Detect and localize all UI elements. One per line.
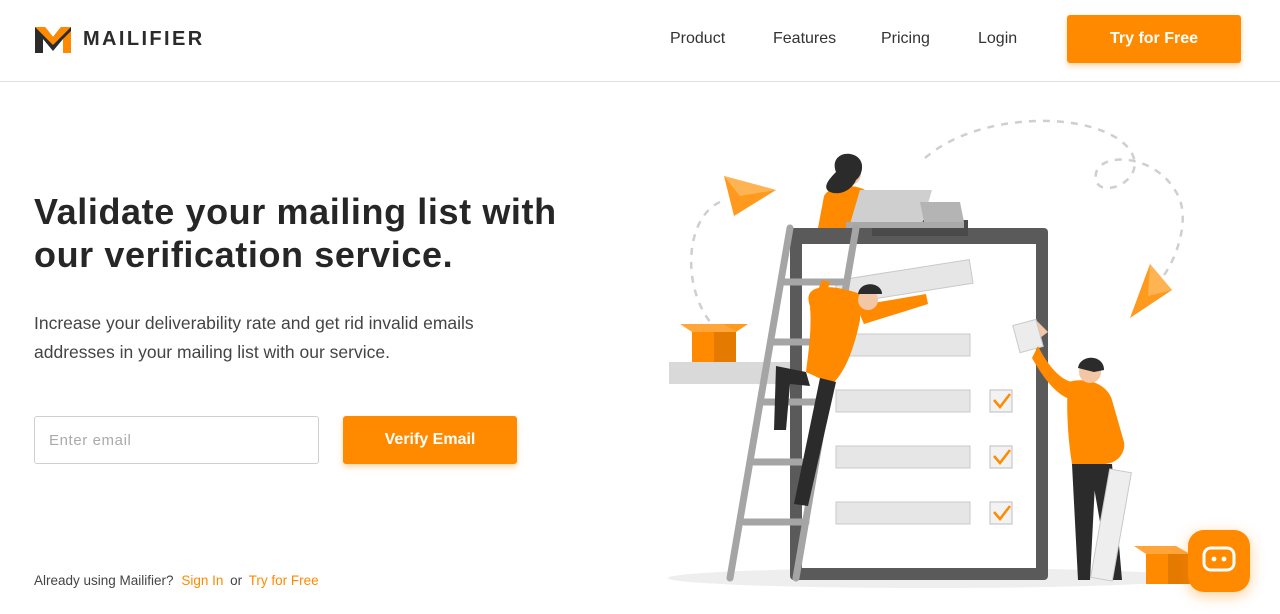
nav-features[interactable]: Features — [773, 30, 836, 48]
verify-email-button[interactable]: Verify Email — [343, 416, 517, 464]
brand-name: MAILIFIER — [83, 27, 205, 50]
hero-subtitle: Increase your deliverability rate and ge… — [34, 309, 554, 367]
sign-in-link[interactable]: Sign In — [181, 573, 223, 588]
nav-login[interactable]: Login — [978, 30, 1017, 48]
box-left-icon — [680, 324, 748, 362]
already-using-text: Already using Mailifier? — [34, 573, 174, 588]
chat-bubble-icon — [1202, 546, 1236, 572]
email-input[interactable] — [34, 416, 319, 464]
hero-subtitle-line1: Increase your deliverability rate and ge… — [34, 313, 474, 333]
top-navbar: MAILIFIER Product Features Pricing Login… — [0, 0, 1280, 82]
try-for-free-link[interactable]: Try for Free — [249, 573, 319, 588]
checkbox-check-icon — [989, 445, 1013, 469]
or-text: or — [230, 573, 243, 588]
checkbox-check-icon — [989, 501, 1013, 525]
hero-title: Validate your mailing list with our veri… — [34, 190, 634, 276]
woman-with-laptop — [818, 153, 964, 228]
chat-widget-button[interactable] — [1188, 530, 1250, 592]
checkbox-check-icon — [989, 389, 1013, 413]
existing-user-prompt: Already using Mailifier? Sign In or Try … — [34, 573, 319, 588]
try-for-free-button[interactable]: Try for Free — [1067, 15, 1241, 63]
nav-product[interactable]: Product — [670, 30, 725, 48]
brand-logo-link[interactable]: MAILIFIER — [33, 23, 205, 55]
nav-pricing[interactable]: Pricing — [881, 30, 930, 48]
hero-illustration — [668, 119, 1192, 588]
paper-plane-left-icon — [724, 176, 776, 216]
mailifier-logo-icon — [35, 27, 71, 53]
hero-subtitle-line2: addresses in your mailing list with our … — [34, 342, 390, 362]
hero-title-line2: our verification service. — [34, 234, 454, 275]
dashed-path-left — [690, 200, 731, 342]
hero-title-line1: Validate your mailing list with — [34, 191, 557, 232]
